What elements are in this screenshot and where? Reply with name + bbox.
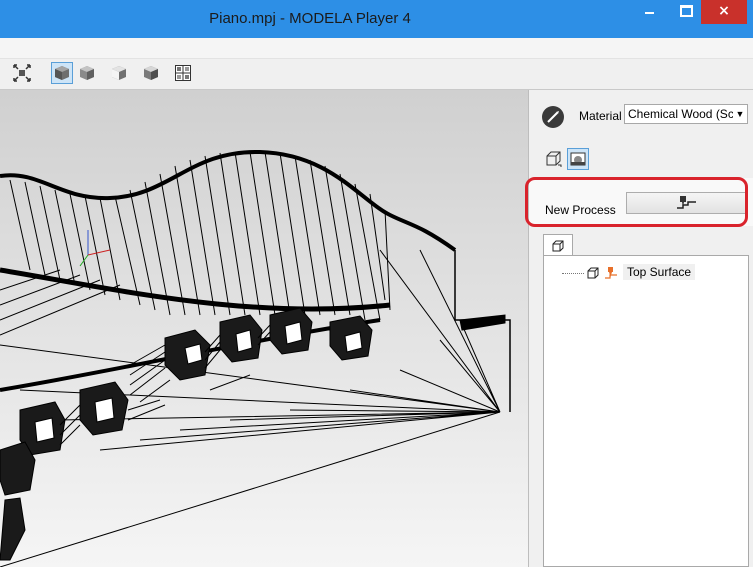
tree-tab[interactable] [543,234,573,256]
multi-view-button[interactable] [172,62,194,84]
back-view-button[interactable] [140,62,162,84]
chevron-down-icon: ▼ [733,105,747,123]
iso-view-icon [55,66,69,80]
material-select[interactable]: Chemical Wood (Sc ▼ [624,104,748,124]
material-button[interactable] [542,106,564,128]
front-view-icon [80,66,94,80]
cutting-process-icon [570,152,586,166]
menu-bar [0,38,753,59]
material-wand-icon [547,111,559,123]
fit-view-button[interactable] [11,62,33,84]
close-icon: × [718,3,730,19]
close-button[interactable]: × [701,0,747,24]
wireframe-model [0,149,511,567]
window-title: Piano.mpj - MODELA Player 4 [209,10,411,27]
tree-connector [562,273,584,274]
model-tab-button[interactable] [542,148,564,170]
process-tab-button[interactable] [567,148,589,170]
tree-item-top-surface[interactable]: Top Surface [623,264,696,280]
material-label: Material [579,109,622,123]
box-wireframe-icon [546,151,562,167]
front-view-button[interactable] [76,62,98,84]
3d-viewport[interactable] [0,90,528,567]
material-value: Chemical Wood (Sc [628,107,734,121]
back-view-icon [144,66,158,80]
title-bar: Piano.mpj - MODELA Player 4 × [0,0,753,38]
maximize-button[interactable] [672,0,700,24]
multi-view-icon [175,65,191,81]
view-toolbar [0,59,753,90]
box-wireframe-icon [587,267,599,279]
highlight-annotation [525,177,748,227]
box-wireframe-icon [552,240,564,251]
minimize-button[interactable] [636,0,664,24]
iso-view-button[interactable] [51,62,73,84]
side-view-button[interactable] [108,62,130,84]
process-tree[interactable]: Top Surface [543,255,749,567]
process-panel: Material Chemical Wood (Sc ▼ New Process [528,90,753,567]
fit-view-icon [13,64,31,82]
side-view-icon [112,66,126,80]
process-tool-icon [605,267,617,279]
